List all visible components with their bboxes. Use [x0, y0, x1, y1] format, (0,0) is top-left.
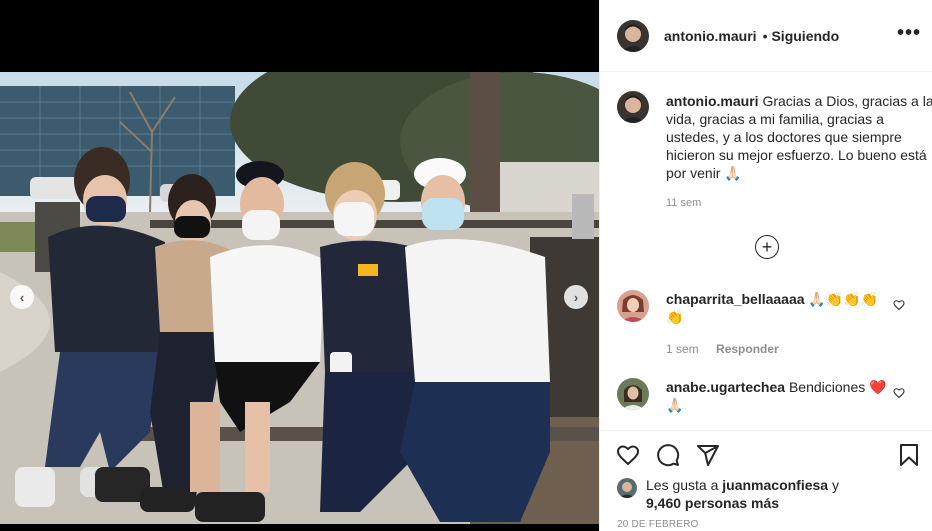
- author-username-link[interactable]: antonio.mauri: [664, 28, 757, 44]
- commenter-username-link[interactable]: anabe.ugartechea: [666, 379, 785, 395]
- previous-photo-button[interactable]: ‹: [10, 285, 34, 309]
- commenter-avatar[interactable]: [617, 290, 649, 322]
- more-options-icon[interactable]: •••: [897, 22, 921, 45]
- caption-username-link[interactable]: antonio.mauri: [666, 93, 759, 109]
- comment-bubble-icon[interactable]: [654, 441, 682, 469]
- comment-text-block: anabe.ugartechea Bendiciones ❤️🙏🏻: [666, 378, 888, 414]
- like-heart-icon[interactable]: [614, 441, 642, 469]
- plus-icon: +: [761, 237, 773, 257]
- likes-text: Les gusta a juanmaconfiesa y 9,460 perso…: [646, 476, 846, 512]
- post-side-panel: antonio.mauri • Siguiendo ••• antonio.ma…: [599, 0, 932, 531]
- post-date[interactable]: 20 DE FEBRERO: [617, 519, 699, 530]
- liker-username-link[interactable]: juanmaconfiesa: [722, 477, 828, 493]
- caption-text-block: antonio.mauri Gracias a Dios, gracias a …: [666, 92, 932, 182]
- chevron-right-icon: ›: [573, 289, 579, 305]
- reply-button[interactable]: Responder: [716, 342, 779, 356]
- next-photo-button[interactable]: ›: [564, 285, 588, 309]
- likes-prefix: Les gusta a: [646, 477, 719, 493]
- post-actions-section: Les gusta a juanmaconfiesa y 9,460 perso…: [600, 430, 932, 531]
- like-comment-heart-icon[interactable]: [893, 299, 905, 314]
- load-more-comments-button[interactable]: +: [755, 235, 779, 259]
- share-paper-plane-icon[interactable]: [694, 441, 722, 469]
- post-media-area: ‹ ›: [0, 0, 599, 531]
- like-comment-heart-icon[interactable]: [893, 387, 905, 402]
- likes-count-link[interactable]: 9,460 personas más: [646, 495, 779, 511]
- likes-conjunction: y: [832, 477, 839, 493]
- comment-timestamp[interactable]: 1 sem: [666, 342, 699, 356]
- post-photo[interactable]: [0, 72, 599, 524]
- comment-meta: 1 sem Responder: [666, 342, 779, 356]
- follow-status-button[interactable]: Siguiendo: [771, 28, 839, 44]
- commenter-username-link[interactable]: chaparrita_bellaaaaa: [666, 291, 805, 307]
- caption-timestamp[interactable]: 11 sem: [666, 197, 701, 209]
- post-header: antonio.mauri • Siguiendo •••: [600, 0, 932, 72]
- author-avatar[interactable]: [617, 91, 649, 123]
- save-bookmark-icon[interactable]: [895, 441, 923, 469]
- comments-section[interactable]: antonio.mauri Gracias a Dios, gracias a …: [600, 73, 932, 430]
- liker-avatar[interactable]: [617, 478, 637, 498]
- commenter-avatar[interactable]: [617, 378, 649, 410]
- author-avatar[interactable]: [617, 19, 649, 52]
- separator-dot: •: [762, 27, 768, 44]
- comment-text-block: chaparrita_bellaaaaa 🙏🏻👏👏👏 👏: [666, 290, 888, 326]
- chevron-left-icon: ‹: [19, 289, 25, 305]
